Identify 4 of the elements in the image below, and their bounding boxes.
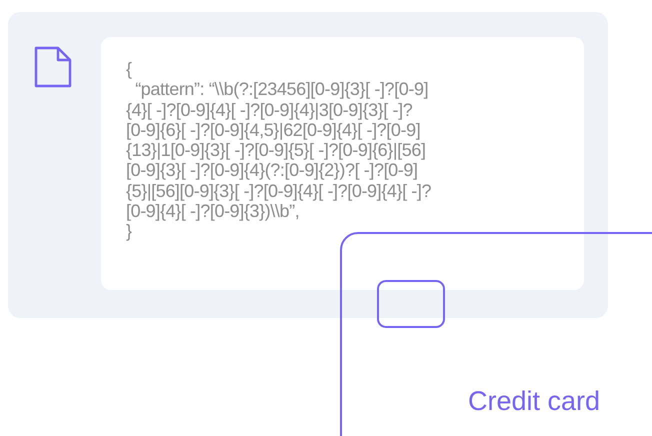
file-icon [33,45,73,89]
json-code: { “pattern”: “\\b(?:[23456][0-9]{3}[ -]?[0-9] {4}[ -]?[0-9]{4}[ -]?[0-9]{4}|3[0-9]{3}[ -]? [0-9]{6}[ -]?[0-9]{4,5}|62[0-9]{4}[ -]?[0-9] {13}|1[0-9]{3}[ -]?[0-9]{5}[ -]?[0-9]{6}|[56] [0-9]{3}[ -]?[0-9]{4}(?:[0-9]{2})?[ -]?[0-9] {5}|[56][0-9]{3}[ -]?[0-9]{4}[ -]?[0-9]{4}[ -]? [0-9]{4}[ -]?[0-9]{3})\\b”, } [126,59,432,242]
chip-outline [377,280,445,328]
card-label: Credit card [468,386,600,417]
